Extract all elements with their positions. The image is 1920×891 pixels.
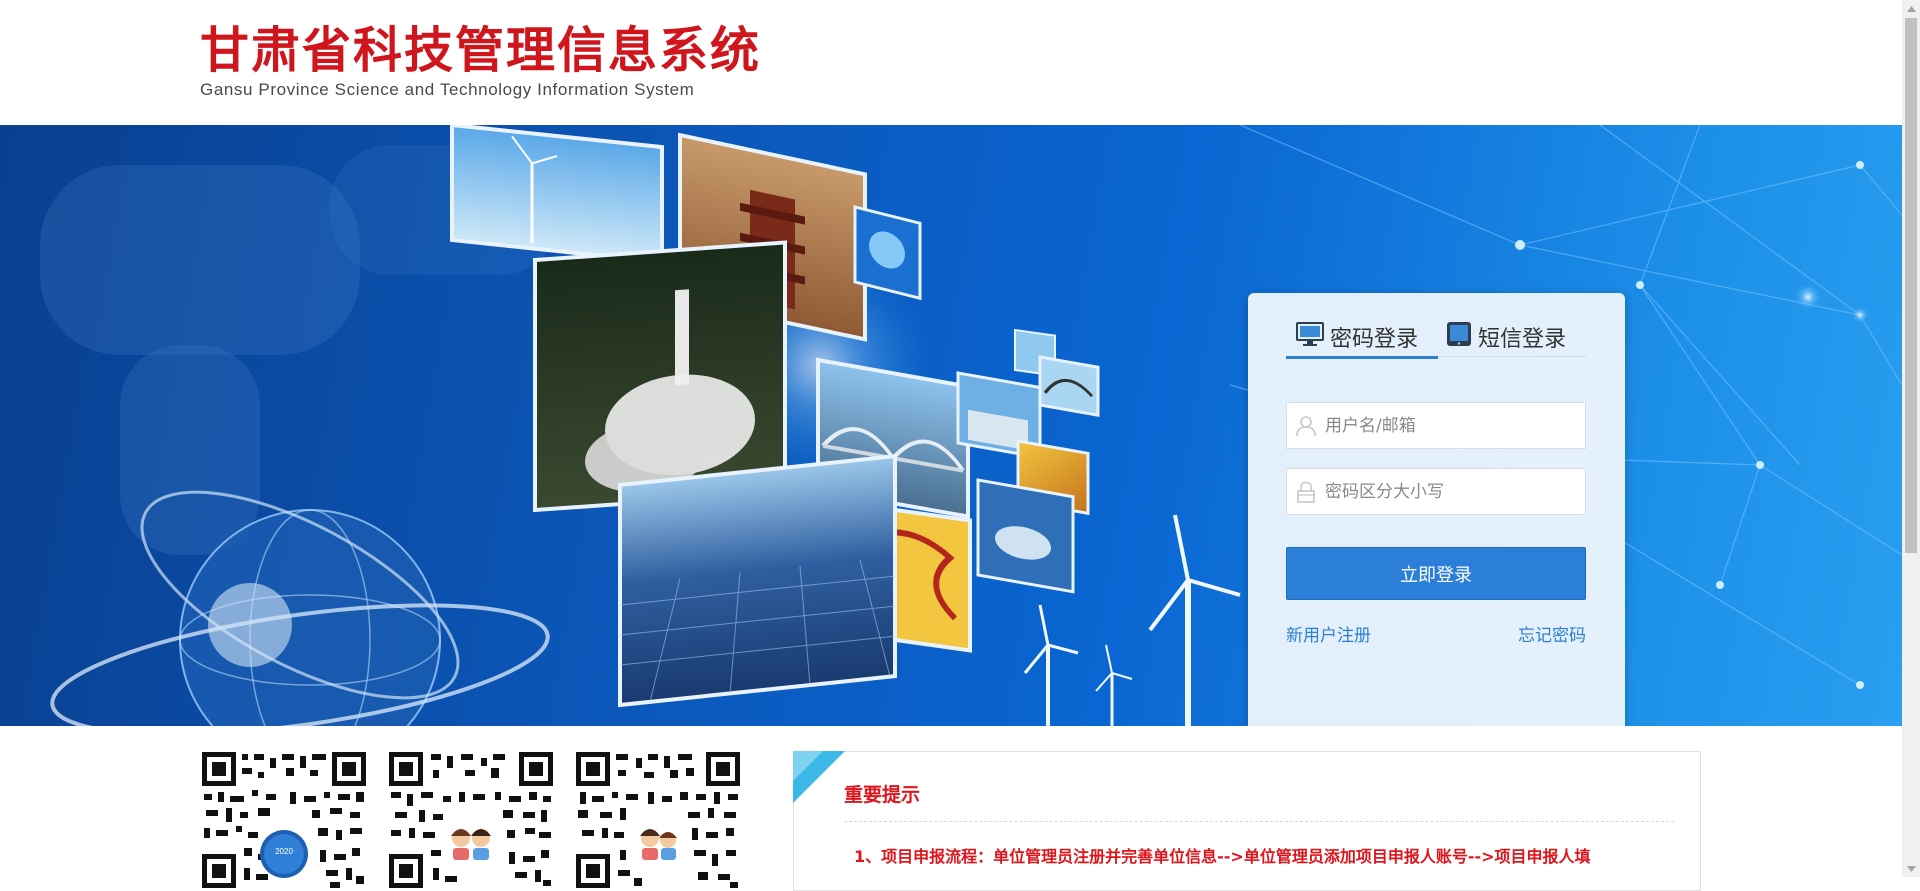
qr-code-icon: 2020 (200, 750, 368, 890)
qr-code-icon (387, 750, 555, 890)
monitor-icon (1296, 321, 1324, 353)
login-submit-button[interactable]: 立即登录 (1286, 547, 1586, 600)
important-notice-panel: 重要提示 1、项目申报流程：单位管理员注册并完善单位信息-->单位管理员添加项目… (793, 751, 1701, 891)
bottom-section: 2020 重要提示 1、项目申报流程：单位管理员注册并完善单位信息-->单位管理… (0, 726, 1902, 891)
register-link[interactable]: 新用户注册 (1286, 621, 1371, 646)
photo-panel-dish (976, 478, 1075, 594)
photo-panel-ribbon (1038, 355, 1100, 417)
scroll-down-arrow-icon[interactable] (1902, 860, 1920, 877)
notice-corner-decoration (793, 751, 845, 803)
scrollbar-thumb[interactable] (1905, 18, 1917, 553)
qr-code-icon (574, 750, 742, 890)
tab-password-login[interactable]: 密码登录 (1286, 317, 1438, 359)
site-logo[interactable]: 甘肃省科技管理信息系统 Gansu Province Science and T… (200, 22, 761, 100)
lock-icon (1287, 481, 1325, 503)
hero-banner: 密码登录 短信登录 用户名/邮箱 立即登录 新用户注册 忘记密码 (0, 125, 1902, 726)
notice-item: 1、项目申报流程：单位管理员注册并完善单位信息-->单位管理员添加项目申报人账号… (854, 847, 1591, 866)
forgot-password-link[interactable]: 忘记密码 (1518, 621, 1586, 646)
notice-divider (844, 821, 1674, 822)
tablet-icon (1446, 321, 1472, 353)
photo-panel-windmill (450, 125, 664, 265)
login-tabs: 密码登录 短信登录 (1286, 317, 1586, 359)
password-input[interactable] (1325, 471, 1575, 512)
photo-panel-solar (618, 453, 897, 708)
page-scrollbar[interactable] (1902, 0, 1920, 877)
password-field[interactable] (1286, 468, 1586, 515)
logo-title-cn: 甘肃省科技管理信息系统 (200, 21, 762, 79)
tab-password-label: 密码登录 (1330, 326, 1419, 352)
notice-title: 重要提示 (844, 784, 921, 806)
scroll-up-arrow-icon[interactable] (1902, 0, 1920, 17)
user-icon (1287, 415, 1325, 437)
logo-title-en: Gansu Province Science and Technology In… (200, 80, 695, 99)
tab-sms-label: 短信登录 (1478, 327, 1567, 352)
photo-panel-tech (853, 205, 922, 301)
login-panel: 密码登录 短信登录 用户名/邮箱 立即登录 新用户注册 忘记密码 (1248, 293, 1625, 726)
username-input[interactable] (1325, 405, 1575, 446)
tab-sms-login[interactable]: 短信登录 (1444, 317, 1586, 357)
site-header: 甘肃省科技管理信息系统 Gansu Province Science and T… (0, 0, 1902, 125)
username-field[interactable] (1286, 402, 1586, 449)
qr-badge-text: 2020 (275, 847, 293, 856)
